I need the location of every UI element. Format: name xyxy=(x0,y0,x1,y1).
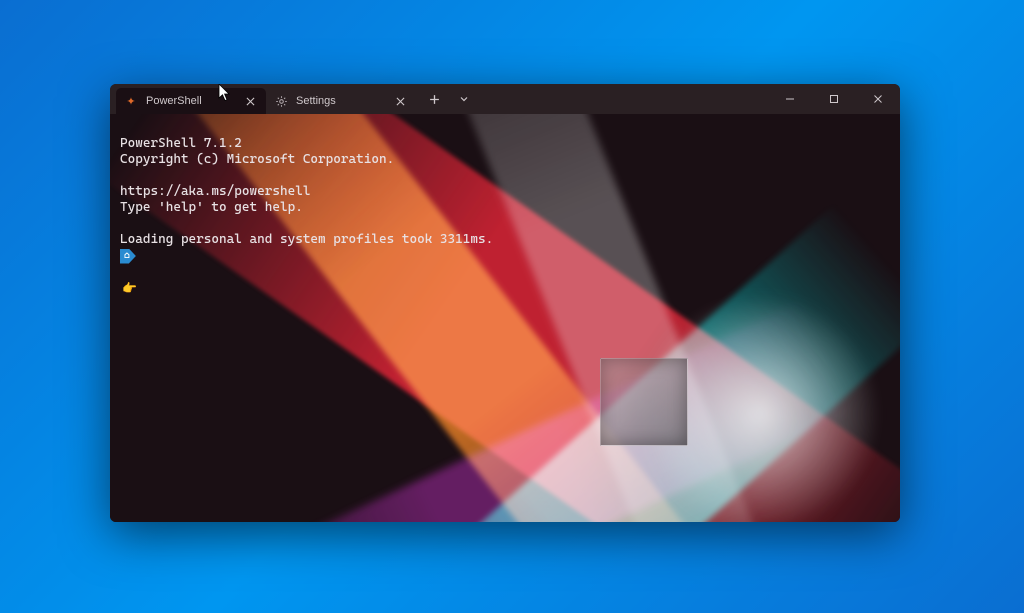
output-line: https://aka.ms/powershell xyxy=(120,184,310,199)
tab-label: Settings xyxy=(296,95,336,107)
tab-label: PowerShell xyxy=(146,95,202,107)
prompt-line: ⌂ xyxy=(120,248,890,264)
window-controls xyxy=(768,84,900,114)
tab-settings[interactable]: Settings xyxy=(266,88,416,114)
minimize-button[interactable] xyxy=(768,84,812,114)
output-line: Type 'help' to get help. xyxy=(120,200,303,215)
prompt-cursor-line: 👉 xyxy=(120,280,890,296)
maximize-button[interactable] xyxy=(812,84,856,114)
pointing-hand-icon: 👉 xyxy=(120,280,137,296)
terminal-window: ✦ PowerShell Settings xyxy=(110,84,900,522)
titlebar[interactable]: ✦ PowerShell Settings xyxy=(110,84,900,114)
settings-icon xyxy=(274,94,288,108)
terminal-output: PowerShell 7.1.2 Copyright (c) Microsoft… xyxy=(110,114,900,334)
close-tab-button[interactable] xyxy=(392,93,408,109)
output-line: PowerShell 7.1.2 xyxy=(120,136,242,151)
tab-strip: ✦ PowerShell Settings xyxy=(110,84,768,114)
tab-powershell[interactable]: ✦ PowerShell xyxy=(116,88,266,114)
tab-dropdown-button[interactable] xyxy=(450,85,478,113)
powershell-icon: ✦ xyxy=(124,94,138,108)
close-window-button[interactable] xyxy=(856,84,900,114)
new-tab-button[interactable] xyxy=(420,85,448,113)
output-line: Loading personal and system profiles too… xyxy=(120,232,493,247)
output-line: Copyright (c) Microsoft Corporation. xyxy=(120,152,394,167)
home-icon: ⌂ xyxy=(120,249,136,264)
close-tab-button[interactable] xyxy=(242,93,258,109)
terminal-pane[interactable]: PowerShell 7.1.2 Copyright (c) Microsoft… xyxy=(110,114,900,522)
